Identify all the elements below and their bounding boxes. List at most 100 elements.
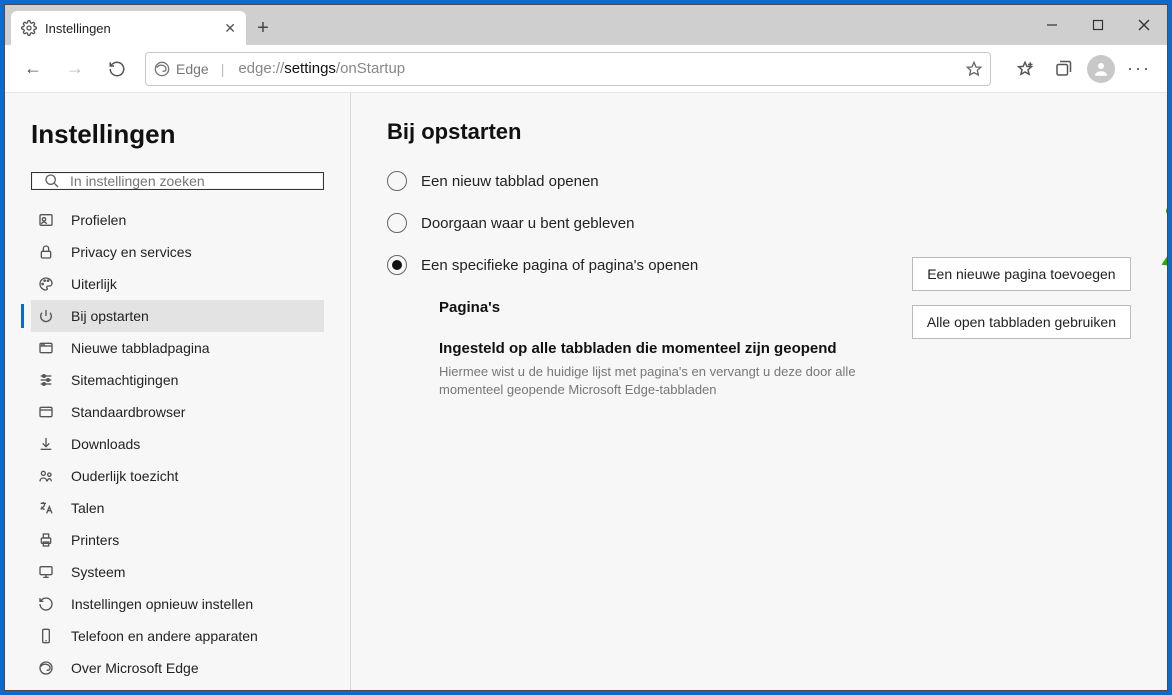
separator: | [215,61,231,77]
phone-icon [35,628,57,644]
refresh-button[interactable] [99,51,135,87]
edge-logo-icon [154,61,170,77]
download-icon [35,436,57,452]
nav-label: Telefoon en andere apparaten [71,628,258,644]
palette-icon [35,276,57,292]
nav-label: Systeem [71,564,125,580]
tab-strip: Instellingen ✕ + [11,5,280,45]
nav-label: Profielen [71,212,126,228]
radio-label: Een specifieke pagina of pagina's openen [421,257,698,274]
nav-label: Downloads [71,436,140,452]
settings-search-input[interactable] [70,173,311,189]
settings-nav: Profielen Privacy en services Uiterlijk … [31,204,324,684]
nav-item-appearance[interactable]: Uiterlijk [31,268,324,300]
nav-item-printers[interactable]: Printers [31,524,324,556]
arrow-left-icon: ← [24,58,42,79]
collections-button[interactable] [1045,51,1081,87]
nav-item-system[interactable]: Systeem [31,556,324,588]
favorite-star-button[interactable] [966,61,982,77]
system-icon [35,564,57,580]
tab-settings[interactable]: Instellingen ✕ [11,11,246,45]
radio-label: Een nieuw tabblad openen [421,173,599,190]
radio-icon [387,213,407,233]
nav-label: Privacy en services [71,244,192,260]
new-tab-icon [35,340,57,356]
site-identity-label: Edge [176,61,209,77]
toolbar-right-icons: ··· [1007,51,1157,87]
plus-icon: + [257,17,269,40]
titlebar: Instellingen ✕ + [5,5,1167,45]
nav-label: Talen [71,500,104,516]
radio-icon [387,255,407,275]
forward-button[interactable]: → [57,51,93,87]
power-icon [35,308,57,324]
arrow-right-icon: → [66,58,84,79]
nav-item-site-permissions[interactable]: Sitemachtigingen [31,364,324,396]
star-icon [966,61,982,77]
browser-window: Instellingen ✕ + ← → [4,4,1168,691]
sliders-icon [35,372,57,388]
add-page-button[interactable]: Een nieuwe pagina toevoegen [912,257,1131,291]
profile-card-icon [35,212,57,228]
maximize-button[interactable] [1075,5,1121,45]
settings-search[interactable] [31,172,324,190]
radio-option-continue[interactable]: Doorgaan waar u bent gebleven [387,213,1131,233]
nav-label: Nieuwe tabbladpagina [71,340,210,356]
nav-label: Instellingen opnieuw instellen [71,596,253,612]
action-buttons: Een nieuwe pagina toevoegen Alle open ta… [912,257,1131,339]
site-identity: Edge | [154,61,230,77]
edge-icon [35,660,57,676]
settings-main-pane: Bij opstarten Een nieuw tabblad openen D… [351,93,1167,690]
nav-item-languages[interactable]: Talen [31,492,324,524]
nav-item-reset[interactable]: Instellingen opnieuw instellen [31,588,324,620]
nav-label: Sitemachtigingen [71,372,178,388]
content-area: Instellingen Profielen Privacy en servic… [5,93,1167,690]
search-icon [44,173,60,189]
annotation-arrow [1161,201,1167,281]
reset-icon [35,596,57,612]
nav-item-about[interactable]: Over Microsoft Edge [31,652,324,684]
nav-item-profiles[interactable]: Profielen [31,204,324,236]
url-display: edge://settings/onStartup [238,60,405,77]
settings-title: Instellingen [31,119,324,150]
nav-label: Bij opstarten [71,308,149,324]
close-window-button[interactable] [1121,5,1167,45]
radio-option-new-tab[interactable]: Een nieuw tabblad openen [387,171,1131,191]
favorites-button[interactable] [1007,51,1043,87]
family-icon [35,468,57,484]
radio-icon [387,171,407,191]
nav-item-privacy[interactable]: Privacy en services [31,236,324,268]
use-open-tabs-desc: Hiermee wist u de huidige lijst met pagi… [439,363,859,399]
address-bar[interactable]: Edge | edge://settings/onStartup [145,52,991,86]
refresh-icon [108,60,126,78]
use-open-tabs-button[interactable]: Alle open tabbladen gebruiken [912,305,1131,339]
star-plus-icon [1016,60,1034,78]
close-tab-button[interactable]: ✕ [224,20,236,37]
nav-label: Uiterlijk [71,276,117,292]
nav-item-on-startup[interactable]: Bij opstarten [31,300,324,332]
profile-button[interactable] [1083,51,1119,87]
nav-label: Ouderlijk toezicht [71,468,178,484]
language-icon [35,500,57,516]
new-tab-button[interactable]: + [246,11,280,45]
avatar-icon [1087,55,1115,83]
nav-item-new-tab-page[interactable]: Nieuwe tabbladpagina [31,332,324,364]
minimize-button[interactable] [1029,5,1075,45]
radio-label: Doorgaan waar u bent gebleven [421,215,635,232]
collections-icon [1054,60,1072,78]
back-button[interactable]: ← [15,51,51,87]
lock-icon [35,244,57,260]
nav-label: Standaardbrowser [71,404,185,420]
ellipsis-icon: ··· [1127,58,1151,79]
window-controls [1029,5,1167,45]
use-open-tabs-heading: Ingesteld op alle tabbladen die momentee… [439,340,1131,357]
more-menu-button[interactable]: ··· [1121,51,1157,87]
nav-item-downloads[interactable]: Downloads [31,428,324,460]
nav-item-default-browser[interactable]: Standaardbrowser [31,396,324,428]
nav-item-phone[interactable]: Telefoon en andere apparaten [31,620,324,652]
page-heading: Bij opstarten [387,119,1131,145]
nav-item-family[interactable]: Ouderlijk toezicht [31,460,324,492]
settings-sidebar: Instellingen Profielen Privacy en servic… [5,93,351,690]
toolbar: ← → Edge | edge://settings/onStartup [5,45,1167,93]
gear-icon [21,20,37,36]
